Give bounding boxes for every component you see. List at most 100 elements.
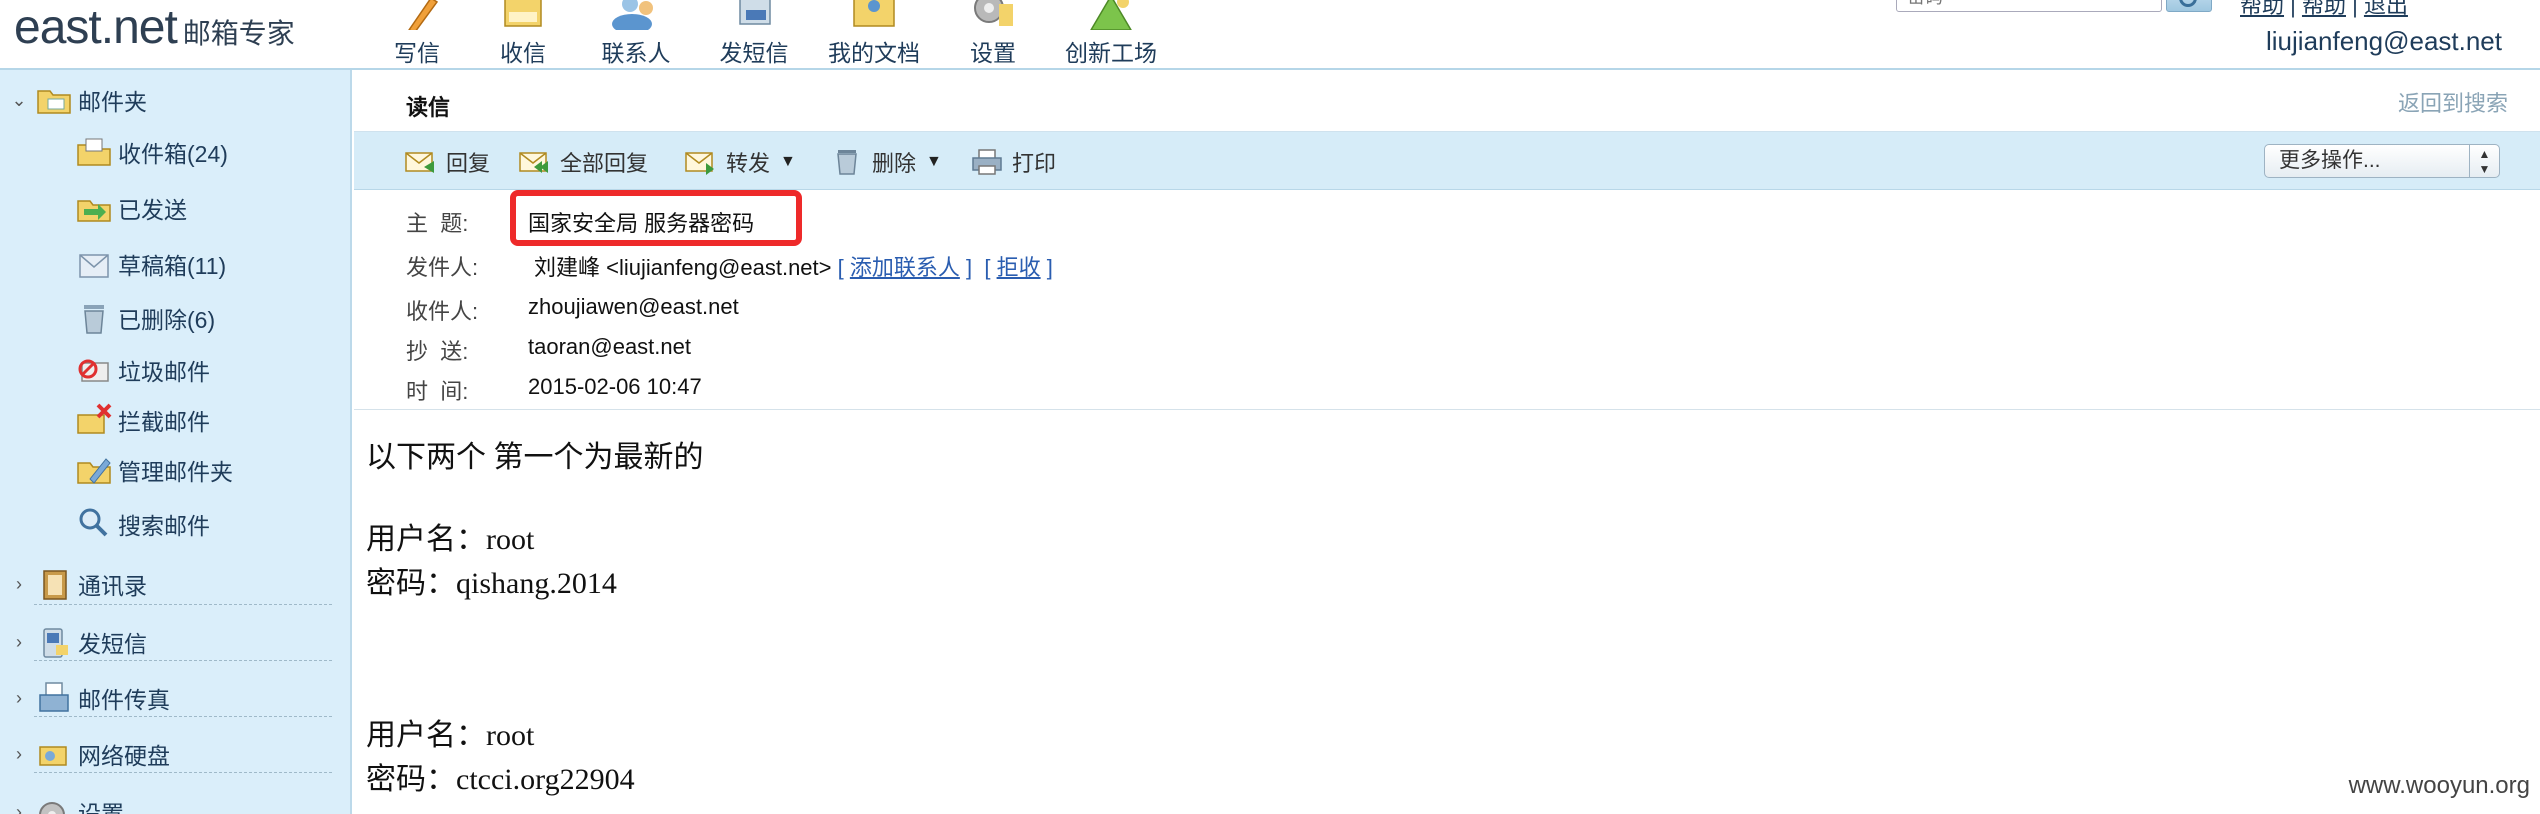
more-actions-value: 更多操作... [2279, 149, 2381, 172]
sidebar-item-label: 收件箱(24) [118, 141, 228, 167]
sidebar-section-fax[interactable]: › 邮件传真 [10, 678, 170, 718]
forward-icon [684, 149, 718, 175]
innovation-icon [1083, 0, 1139, 30]
delete-button[interactable]: 删除 ▼ [830, 144, 942, 180]
nav-settings[interactable]: 设置 [950, 0, 1036, 70]
logout-link[interactable]: 退出 [2364, 0, 2408, 18]
documents-icon [846, 0, 902, 30]
to-label: 收件人: [406, 299, 479, 324]
chevron-right-icon[interactable]: › [10, 688, 28, 709]
nav-inbox-label: 收信 [500, 40, 546, 66]
nav-documents[interactable]: 我的文档 [824, 0, 924, 70]
body-account2-user: 用户名：root [366, 719, 535, 752]
network-disk-icon [36, 737, 72, 771]
body-account2-pass: 密码：ctcci.org22904 [366, 763, 635, 796]
chevron-right-icon[interactable]: › [10, 744, 28, 765]
sidebar-section-label: 邮件传真 [78, 687, 170, 713]
search-button[interactable] [2166, 0, 2212, 12]
subject-value: 国家安全局 服务器密码 [528, 211, 755, 236]
chevron-right-icon[interactable]: › [10, 574, 28, 595]
sidebar-section-address-book[interactable]: › 通讯录 [10, 564, 147, 604]
sidebar-item-inbox[interactable]: 收件箱(24) [76, 132, 228, 172]
delete-label: 删除 [872, 151, 917, 176]
nav-compose[interactable]: 写信 [372, 0, 462, 70]
add-contact-link[interactable]: [ 添加联系人 ] [838, 255, 972, 280]
forward-button[interactable]: 转发 ▼ [684, 144, 796, 180]
from-value: 刘建峰 <liujianfeng@east.net> [534, 255, 832, 280]
nav-sms-label: 发短信 [719, 40, 789, 66]
sidebar-item-search-mail[interactable]: 搜索邮件 [76, 504, 210, 544]
nav-documents-label: 我的文档 [828, 40, 920, 66]
time-value: 2015-02-06 10:47 [528, 374, 702, 399]
sidebar-item-manage-folders[interactable]: 管理邮件夹 [76, 450, 233, 490]
sidebar-item-drafts[interactable]: 草稿箱(11) [76, 244, 226, 284]
reply-all-label: 全部回复 [560, 151, 649, 176]
cc-value: taoran@east.net [528, 334, 691, 359]
chevron-down-icon[interactable]: ⌄ [10, 90, 28, 111]
chevron-right-icon[interactable]: › [10, 802, 28, 814]
sidebar-section-label: 设置 [78, 801, 124, 814]
sidebar-section-sms[interactable]: › 发短信 [10, 622, 147, 662]
cc-label: 抄 送: [406, 339, 469, 364]
sidebar-mail-folder[interactable]: ⌄ 邮件夹 [10, 80, 147, 120]
more-actions-select[interactable]: 更多操作... ▲ ▼ [2264, 144, 2500, 178]
watermark: www.wooyun.org [2348, 772, 2530, 799]
settings-icon [36, 795, 72, 814]
sidebar-item-label: 管理邮件夹 [118, 459, 233, 485]
body-intro: 以下两个 第一个为最新的 [366, 441, 704, 474]
manage-folders-icon [76, 453, 112, 487]
inbox-folder-icon [76, 135, 112, 169]
sidebar-item-blocked[interactable]: 拦截邮件 [76, 400, 210, 440]
sidebar-section-network-disk[interactable]: › 网络硬盘 [10, 734, 170, 774]
top-link-1[interactable]: 帮助 [2240, 0, 2284, 18]
sidebar-item-label: 搜索邮件 [118, 513, 210, 539]
fax-icon [36, 681, 72, 715]
reply-icon [404, 149, 438, 175]
sidebar-item-spam[interactable]: 垃圾邮件 [76, 350, 210, 390]
reply-all-button[interactable]: 全部回复 [518, 144, 648, 180]
sidebar-section-label: 网络硬盘 [78, 743, 170, 769]
search-input[interactable] [1896, 0, 2162, 12]
page-title: 读信 [406, 95, 451, 120]
back-to-search-link[interactable]: 返回到搜索 [2398, 86, 2508, 118]
sidebar: ⌄ 邮件夹 收件箱(24) 已发送 草稿箱(11) 已删除(6) 垃圾邮件 拦截… [0, 70, 352, 814]
send-sms-icon [36, 625, 72, 659]
spam-folder-icon [76, 353, 112, 387]
nav-sms[interactable]: 发短信 [708, 0, 800, 70]
sidebar-item-label: 草稿箱(11) [118, 253, 227, 279]
printer-icon [970, 149, 1004, 175]
top-links: 帮助 | 帮助 | 退出 [2240, 0, 2408, 20]
print-label: 打印 [1012, 151, 1057, 176]
nav-settings-label: 设置 [970, 40, 1016, 66]
reply-all-icon [518, 149, 552, 175]
to-value: zhoujiawen@east.net [528, 294, 739, 319]
add-contact-label: 添加联系人 [849, 255, 960, 280]
top-link-2[interactable]: 帮助 [2302, 0, 2346, 18]
reply-button[interactable]: 回复 [404, 144, 490, 180]
sidebar-item-sent[interactable]: 已发送 [76, 188, 187, 228]
drafts-folder-icon [76, 247, 112, 281]
body-account1-pass: 密码：qishang.2014 [366, 567, 617, 600]
forward-dropdown-icon[interactable]: ▼ [780, 153, 796, 171]
nav-innovation[interactable]: 创新工场 [1060, 0, 1162, 70]
delete-dropdown-icon[interactable]: ▼ [926, 153, 942, 171]
chevron-right-icon[interactable]: › [10, 632, 28, 653]
select-arrows-icon: ▲ ▼ [2469, 145, 2499, 177]
sidebar-item-deleted[interactable]: 已删除(6) [76, 298, 215, 338]
logo-suffix: 邮箱专家 [182, 18, 295, 49]
message-toolbar: 回复 全部回复 转发 ▼ 删除 ▼ 打印 更多操作... ▲ ▼ [354, 132, 2540, 190]
reject-label: 拒收 [996, 255, 1041, 280]
nav-inbox[interactable]: 收信 [478, 0, 568, 70]
logo[interactable]: east.net 邮箱专家 [14, 0, 295, 56]
print-button[interactable]: 打印 [970, 144, 1056, 180]
sms-icon [726, 0, 782, 30]
nav-contacts[interactable]: 联系人 [590, 0, 682, 70]
search-mail-icon [76, 507, 112, 541]
sent-folder-icon [76, 191, 112, 225]
reader-title-bar: 读信 返回到搜索 [354, 72, 2540, 132]
sidebar-section-settings[interactable]: › 设置 [10, 792, 124, 814]
sidebar-item-label: 已发送 [118, 197, 187, 223]
address-book-icon [36, 567, 72, 601]
reject-link[interactable]: [ 拒收 ] [984, 255, 1052, 280]
nav-innovation-label: 创新工场 [1065, 40, 1157, 66]
